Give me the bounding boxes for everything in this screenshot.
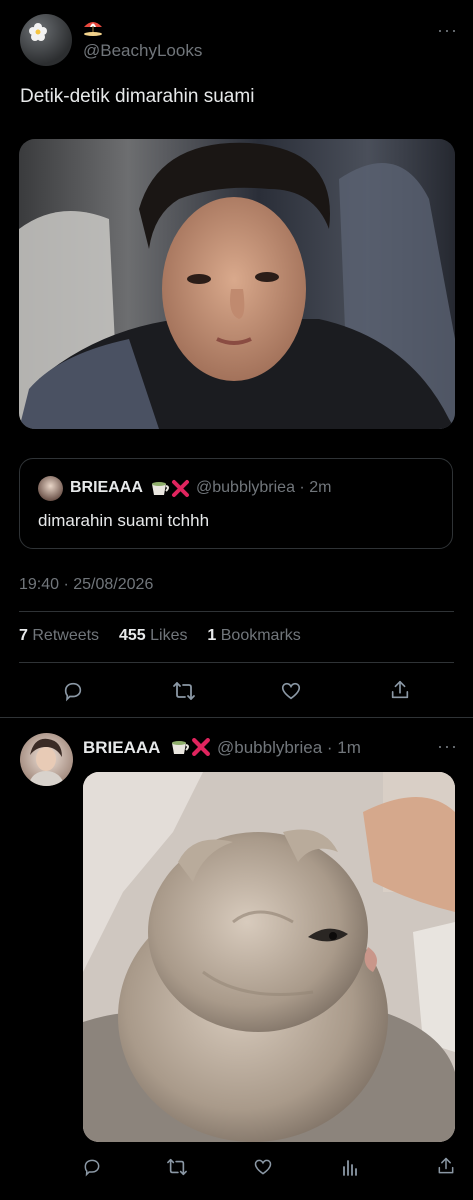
reply-retweet-icon[interactable] [166, 1157, 188, 1177]
bookmarks-stat[interactable]: 1 Bookmarks [207, 627, 300, 644]
reply-more-options-icon[interactable]: ··· [437, 736, 458, 757]
likes-count: 455 [118, 627, 146, 644]
tweet-text: Detik-detik dimarahin suami [20, 86, 255, 107]
flower-avatar-image [29, 23, 47, 41]
author-avatar[interactable] [20, 14, 72, 66]
reply-icon[interactable] [62, 680, 84, 702]
reply-avatar-image [28, 738, 65, 786]
quoted-handle-time: @bubblybriea · 2m [196, 479, 332, 496]
reply-handle-time: @bubblybriea · 1m [217, 738, 361, 757]
reply-author-name[interactable]: BRIEAAA [83, 738, 160, 758]
reply-photo[interactable] [83, 772, 455, 1142]
share-icon[interactable] [389, 679, 411, 701]
retweets-count: 7 [19, 627, 28, 644]
bookmarks-label: Bookmarks [220, 627, 301, 644]
tweet-photo[interactable] [19, 139, 455, 429]
likes-stat[interactable]: 455 Likes [119, 627, 192, 644]
retweet-icon[interactable] [172, 680, 196, 702]
reply-analytics-icon[interactable] [341, 1157, 359, 1177]
scottish-fold-cat-image [83, 772, 455, 1142]
more-options-icon[interactable]: ··· [437, 20, 458, 41]
reply-like-heart-icon[interactable] [253, 1157, 273, 1177]
divider [19, 662, 454, 663]
quoted-tweet[interactable] [19, 458, 453, 549]
retweets-stat[interactable]: 7 Retweets [19, 627, 104, 644]
cross-mark-emoji-icon [191, 737, 211, 762]
retweets-label: Retweets [32, 627, 100, 644]
quoted-text: dimarahin suami tchhh [38, 511, 210, 530]
tweet-timestamp[interactable]: 19:40 · 25/08/2026 [19, 576, 153, 594]
tea-cup-emoji-icon [150, 479, 170, 502]
divider [19, 611, 454, 612]
tweet-stats: 7 Retweets 455 Likes 1 Bookmarks [19, 627, 301, 645]
quoted-author-name[interactable]: BRIEAAA [70, 479, 143, 497]
reply-share-icon[interactable] [436, 1156, 456, 1176]
man-selfie-image [19, 139, 455, 429]
cross-mark-emoji-icon [171, 479, 190, 503]
beach-umbrella-emoji-icon [83, 18, 103, 41]
tea-cup-emoji-icon [170, 738, 190, 761]
reply-reply-icon[interactable] [82, 1157, 102, 1177]
likes-label: Likes [150, 627, 188, 644]
like-heart-icon[interactable] [280, 680, 302, 702]
bookmarks-count: 1 [207, 627, 217, 644]
quoted-author-avatar[interactable] [38, 476, 63, 501]
divider [0, 717, 473, 718]
author-handle[interactable]: @BeachyLooks [83, 41, 202, 61]
reply-author-avatar[interactable] [20, 733, 73, 786]
